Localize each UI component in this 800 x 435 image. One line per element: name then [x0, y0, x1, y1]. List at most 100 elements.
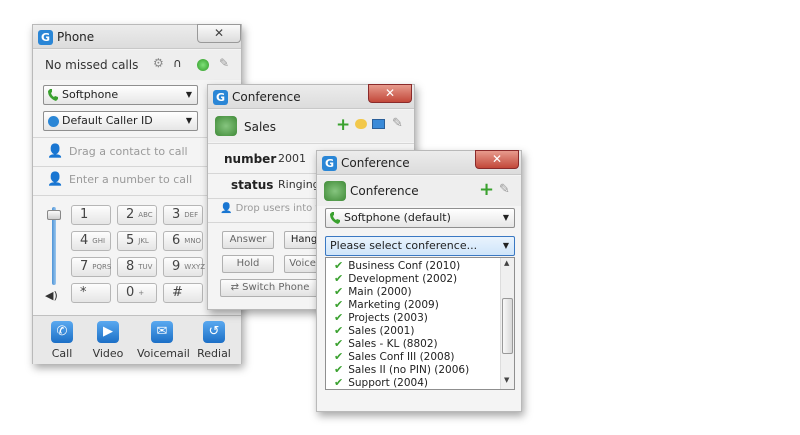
- conference-option[interactable]: ✔ Business Conf (2010): [334, 259, 460, 272]
- dial-key-0[interactable]: 0 +: [117, 283, 157, 303]
- conference-dropdown-list: ▲ ▼ ✔ Business Conf (2010) ✔ Development (2…: [325, 257, 515, 390]
- paperclip-icon[interactable]: ✎: [219, 56, 229, 70]
- list-scrollbar[interactable]: ▲ ▼: [500, 258, 514, 389]
- conference-option-label: Support (2004): [348, 377, 428, 389]
- volume-slider-handle[interactable]: [47, 210, 61, 220]
- window-title: Conference: [232, 90, 301, 104]
- close-button[interactable]: ✕: [197, 24, 241, 43]
- checkmark-icon: ✔: [334, 337, 344, 350]
- switch-phone-label: Switch Phone: [242, 282, 310, 293]
- conference-name: Sales: [244, 120, 276, 134]
- conference-option[interactable]: ✔ Support (2004): [334, 376, 428, 389]
- conference-option-label: Sales Conf III (2008): [348, 351, 455, 363]
- scroll-down-icon[interactable]: ▼: [504, 376, 509, 384]
- conference-option[interactable]: ✔ Sales II (no PIN) (2006): [334, 363, 469, 376]
- conference-option[interactable]: ✔ Main (2000): [334, 285, 412, 298]
- checkmark-icon: ✔: [334, 272, 344, 285]
- dial-key-digit: 1: [80, 207, 89, 222]
- paperclip-icon[interactable]: ✎: [499, 182, 510, 197]
- scroll-thumb[interactable]: [502, 298, 513, 354]
- screen-icon[interactable]: [372, 119, 385, 129]
- video-label: Video: [92, 347, 124, 360]
- dial-key-4[interactable]: 4 GHI: [71, 231, 111, 251]
- status-label: status: [231, 178, 274, 192]
- hold-button[interactable]: Hold: [222, 255, 274, 273]
- checkmark-icon: ✔: [334, 311, 344, 324]
- conference-option[interactable]: ✔ Projects (2003): [334, 311, 428, 324]
- chevron-down-icon: ▼: [502, 241, 509, 250]
- video-button[interactable]: ▶ Video: [85, 321, 131, 360]
- paperclip-icon[interactable]: ✎: [392, 116, 403, 131]
- add-icon[interactable]: +: [479, 179, 494, 200]
- dial-key-6[interactable]: 6 MNO: [163, 231, 203, 251]
- caller-id-icon: [48, 116, 59, 127]
- device-select[interactable]: Softphone (default) ▼: [325, 208, 515, 228]
- call-button[interactable]: ✆ Call: [39, 321, 85, 360]
- window-title: Conference: [341, 156, 410, 170]
- dial-key-5[interactable]: 5 JKL: [117, 231, 157, 251]
- chevron-down-icon: ▼: [502, 213, 509, 222]
- dial-key-digit: 9: [172, 259, 181, 274]
- conference-select[interactable]: Please select conference... ▼: [325, 236, 515, 256]
- online-status-icon[interactable]: [197, 59, 209, 71]
- speaker-icon: ◀): [45, 289, 58, 302]
- chevron-down-icon: ▼: [185, 90, 192, 99]
- redial-button[interactable]: ↺ Redial: [191, 321, 237, 360]
- window-title: Phone: [57, 30, 95, 44]
- status-row: No missed calls ⚙ ∩ ✎: [33, 50, 241, 80]
- dial-key-2[interactable]: 2 ABC: [117, 205, 157, 225]
- dial-key-star[interactable]: *: [71, 283, 111, 303]
- close-button[interactable]: ✕: [475, 150, 519, 169]
- voicemail-button[interactable]: ✉ Voicemail: [137, 321, 190, 360]
- add-icon[interactable]: +: [336, 115, 350, 135]
- conference-option[interactable]: ✔ Development (2002): [334, 272, 457, 285]
- dial-key-digit: 4: [80, 233, 89, 248]
- gear-icon[interactable]: ⚙: [153, 56, 164, 70]
- conference-group-icon: [324, 181, 346, 201]
- drop-users-field[interactable]: 👤 Drop users into th: [220, 203, 326, 214]
- checkmark-icon: ✔: [334, 350, 344, 363]
- dial-key-digit: *: [80, 285, 87, 300]
- phone-icon: [48, 89, 58, 101]
- scroll-up-icon[interactable]: ▲: [504, 259, 509, 267]
- number-value: 2001: [278, 152, 306, 165]
- dial-key-letters: MNO: [184, 237, 202, 245]
- dial-key-letters: GHI: [92, 237, 106, 245]
- conference-option[interactable]: ✔ Marketing (2009): [334, 298, 439, 311]
- conference-option[interactable]: ✔ Sales (2001): [334, 324, 414, 337]
- switch-phone-button[interactable]: ⇄ Switch Phone: [220, 279, 320, 297]
- dial-key-letters: +: [138, 289, 145, 297]
- person-icon: 👤: [47, 172, 64, 187]
- dial-key-digit: 2: [126, 207, 135, 222]
- conference-select-label: Please select conference...: [330, 239, 478, 252]
- dial-key-letters: ABC: [138, 211, 153, 219]
- drop-users-placeholder: Drop users into th: [235, 203, 326, 214]
- dial-key-1[interactable]: 1: [71, 205, 111, 225]
- conference-option[interactable]: ✔ Sales Conf III (2008): [334, 350, 455, 363]
- caller-id-label: Default Caller ID: [62, 114, 153, 127]
- conference-option[interactable]: ✔ Sales - KL (8802): [334, 337, 438, 350]
- caller-id-select[interactable]: Default Caller ID ▼: [43, 111, 198, 131]
- headset-icon[interactable]: ∩: [173, 56, 182, 70]
- dial-key-7[interactable]: 7 PQRS: [71, 257, 111, 277]
- person-icon: 👤: [220, 203, 236, 214]
- app-logo-icon: G: [213, 90, 228, 105]
- close-button[interactable]: ✕: [368, 84, 412, 103]
- device-select[interactable]: Softphone ▼: [43, 85, 198, 105]
- dial-key-hash[interactable]: #: [163, 283, 203, 303]
- dial-key-digit: 3: [172, 207, 181, 222]
- dial-key-digit: 5: [126, 233, 135, 248]
- switch-arrows-icon: ⇄: [230, 282, 243, 293]
- answer-button[interactable]: Answer: [222, 231, 274, 249]
- dial-key-9[interactable]: 9 WXYZ: [163, 257, 205, 277]
- chevron-down-icon: ▼: [185, 116, 192, 125]
- dial-key-digit: 8: [126, 259, 135, 274]
- dial-key-digit: 7: [80, 259, 89, 274]
- contact-drop-field[interactable]: 👤 Drag a contact to call: [43, 140, 233, 164]
- conference-option-label: Projects (2003): [348, 312, 428, 324]
- chat-icon[interactable]: [355, 119, 367, 129]
- dial-key-8[interactable]: 8 TUV: [117, 257, 157, 277]
- number-input[interactable]: 👤 Enter a number to call: [43, 168, 233, 192]
- dial-key-3[interactable]: 3 DEF: [163, 205, 203, 225]
- conference-option-label: Business Conf (2010): [348, 260, 461, 272]
